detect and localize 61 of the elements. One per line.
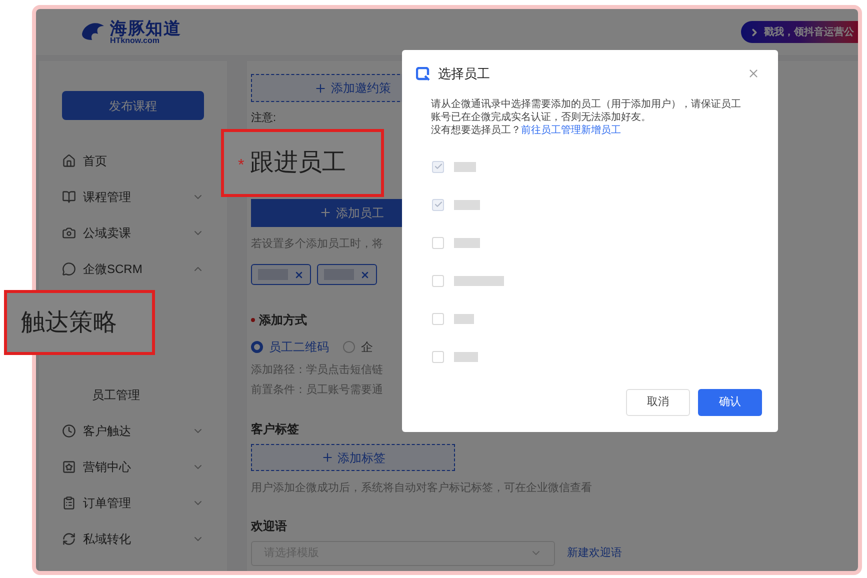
chat-icon: [62, 262, 76, 276]
precondition-note: 前置条件：员工账号需要通: [251, 382, 383, 398]
book-icon: [62, 190, 76, 204]
employee-checkbox[interactable]: [432, 160, 444, 172]
sidebar-menu-item[interactable]: 企微SCRM: [62, 251, 204, 287]
redacted-name: [454, 276, 504, 286]
sidebar-menu-item[interactable]: 客户触达: [62, 413, 204, 449]
redacted-name: [454, 352, 478, 362]
sidebar-menu-item[interactable]: 私域转化: [62, 521, 204, 557]
sidebar-menu-item[interactable]: 课程管理: [62, 179, 204, 215]
plus-icon: [320, 451, 334, 464]
sidebar-submenu-item[interactable]: 员工管理: [62, 377, 204, 413]
promo-banner[interactable]: 戳我，领抖音运营公: [741, 21, 858, 43]
add-path-note: 添加路径：学员点击短信链: [251, 362, 383, 378]
clipboard-icon: [62, 496, 76, 510]
callout-label: 触达策略: [21, 308, 117, 338]
redacted-name: [454, 200, 480, 210]
close-icon[interactable]: [747, 67, 760, 80]
create-welcome-link[interactable]: 新建欢迎语: [567, 544, 622, 562]
redacted-name: [454, 238, 480, 248]
employee-checkbox[interactable]: [432, 198, 444, 210]
sidebar-menu-item[interactable]: 公域卖课: [62, 215, 204, 251]
radio-option[interactable]: 企: [343, 338, 373, 356]
customer-tags-label: 客户标签: [251, 421, 299, 438]
required-asterisk: *: [238, 156, 244, 176]
cancel-button[interactable]: 取消: [626, 389, 690, 416]
sidebar-menu-item[interactable]: 首页: [62, 143, 204, 179]
promo-text: 戳我，领抖音运营公: [764, 25, 854, 40]
redacted-name: [454, 314, 474, 324]
logo-domain: HTknow.com: [110, 36, 160, 44]
employee-hint: 若设置多个添加员工时，将: [251, 236, 383, 252]
employee-checkbox[interactable]: [432, 312, 444, 324]
close-icon[interactable]: [360, 270, 370, 280]
employee-checkbox[interactable]: [432, 236, 444, 248]
employee-management-link[interactable]: 前往员工管理新增员工: [521, 124, 621, 136]
app-logo-icon: [416, 66, 430, 81]
dialog-prompt: 没有想要选择员工？: [431, 124, 521, 136]
check-icon: [434, 162, 442, 171]
refresh-icon: [62, 532, 76, 546]
welcome-label: 欢迎语: [251, 518, 287, 534]
check-icon: [434, 200, 442, 209]
plus-icon: [319, 206, 332, 219]
add-method-label: 添加方式: [259, 312, 307, 329]
sidebar-menu-item[interactable]: 营销中心: [62, 449, 204, 485]
redacted-name: [454, 162, 476, 172]
callout-label: 跟进员工: [250, 148, 346, 178]
plus-icon: [314, 82, 327, 94]
add-tag-button[interactable]: 添加标签: [251, 444, 455, 471]
sidebar-menu-item[interactable]: 订单管理: [62, 485, 204, 521]
customer-tags-hint: 用户添加企微成功后，系统将自动对客户标记标签，可在企业微信查看: [251, 480, 592, 496]
notice-label: 注意:: [251, 110, 276, 126]
radio-option[interactable]: 员工二维码: [251, 338, 329, 356]
close-icon[interactable]: [294, 270, 304, 280]
publish-course-button[interactable]: 发布课程: [62, 91, 204, 120]
clock-icon: [62, 424, 76, 438]
camera-icon: [62, 226, 76, 240]
home-icon: [62, 154, 76, 168]
logo-name: 海豚知道: [110, 20, 182, 36]
confirm-button[interactable]: 确认: [698, 389, 762, 416]
employee-checkbox[interactable]: [432, 350, 444, 362]
employee-checkbox[interactable]: [432, 274, 444, 286]
